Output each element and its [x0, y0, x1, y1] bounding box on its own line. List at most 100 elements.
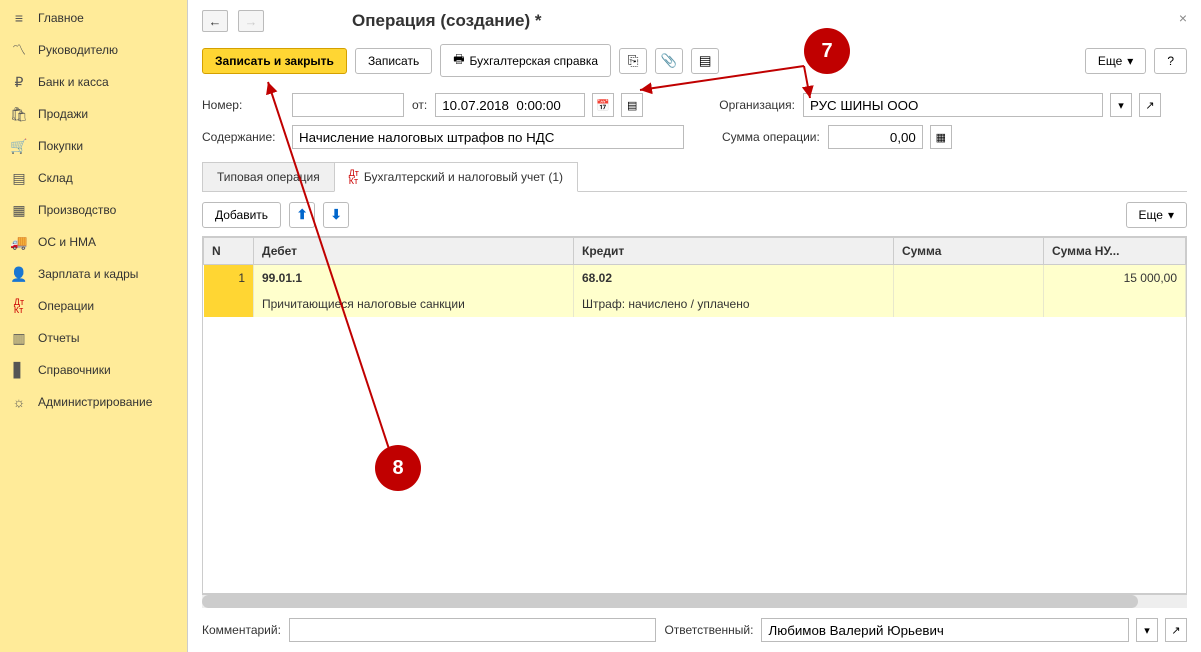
calc-button[interactable]: ▦ — [930, 125, 952, 149]
factory-icon: ▦ — [10, 201, 28, 219]
close-button[interactable]: × — [1179, 10, 1187, 26]
sidebar-item-label: Покупки — [38, 139, 83, 153]
cell-credit[interactable]: 68.02 — [574, 265, 894, 292]
cart-icon: 🛒 — [10, 137, 28, 155]
from-label: от: — [412, 98, 427, 112]
cell-empty[interactable] — [1044, 291, 1186, 317]
responsible-open-button[interactable]: ↗ — [1165, 618, 1187, 642]
sidebar-item-purchases[interactable]: 🛒 Покупки — [0, 130, 187, 162]
cell-debit[interactable]: 99.01.1 — [254, 265, 574, 292]
number-label: Номер: — [202, 98, 284, 112]
sidebar-item-label: Производство — [38, 203, 116, 217]
sidebar-item-salary[interactable]: 👤 Зарплата и кадры — [0, 258, 187, 290]
more-button[interactable]: Еще ▾ — [1085, 48, 1146, 74]
th-sum-nu[interactable]: Сумма НУ... — [1044, 238, 1186, 265]
responsible-input[interactable] — [761, 618, 1129, 642]
add-button[interactable]: Добавить — [202, 202, 281, 228]
annotation-8: 8 — [375, 445, 421, 491]
sidebar-item-reports[interactable]: ▥Отчеты — [0, 322, 187, 354]
tab-toolbar: Добавить ⬆ ⬇ Еще ▾ — [188, 192, 1201, 236]
tab-typical[interactable]: Типовая операция — [202, 162, 335, 192]
table-row[interactable]: 1 99.01.1 68.02 15 000,00 — [204, 265, 1186, 292]
tab-label: Бухгалтерский и налоговый учет (1) — [364, 170, 563, 184]
save-close-button[interactable]: Записать и закрыть — [202, 48, 347, 74]
org-open-button[interactable]: ↗ — [1139, 93, 1161, 117]
sidebar-item-admin[interactable]: ☼Администрирование — [0, 386, 187, 418]
org-dropdown-button[interactable]: ▾ — [1110, 93, 1132, 117]
sidebar-item-assets[interactable]: 🚚 ОС и НМА — [0, 226, 187, 258]
chevron-down-icon: ▾ — [1127, 54, 1133, 68]
tabs: Типовая операция ДтКтБухгалтерский и нал… — [202, 161, 1187, 192]
table-row-desc[interactable]: Причитающиеся налоговые санкции Штраф: н… — [204, 291, 1186, 317]
date-extra-button[interactable]: ▤ — [621, 93, 643, 117]
extra-button[interactable]: ▤ — [691, 48, 719, 74]
th-sum[interactable]: Сумма — [894, 238, 1044, 265]
page-title: Операция (создание) * — [352, 11, 541, 31]
accounting-ref-button[interactable]: 🖶Бухгалтерская справка — [440, 44, 611, 77]
cell-empty[interactable] — [894, 291, 1044, 317]
sidebar-item-stock[interactable]: ▤ Склад — [0, 162, 187, 194]
help-button[interactable]: ? — [1154, 48, 1187, 74]
sidebar-item-manager[interactable]: 〽Руководителю — [0, 34, 187, 66]
th-debit[interactable]: Дебет — [254, 238, 574, 265]
gear-icon: ☼ — [10, 393, 28, 411]
topbar: ← → Операция (создание) * — [188, 0, 1201, 38]
org-input[interactable] — [803, 93, 1103, 117]
footer: Комментарий: Ответственный: ▾ ↗ — [188, 608, 1201, 652]
nav-back-button[interactable]: ← — [202, 10, 228, 32]
calendar-button[interactable]: 📅 — [592, 93, 614, 117]
button-label: Еще — [1098, 54, 1122, 68]
sidebar-item-label: Руководителю — [38, 43, 118, 57]
save-button[interactable]: Записать — [355, 48, 432, 74]
annotation-7: 7 — [804, 28, 850, 74]
sidebar-item-main[interactable]: ≡Главное — [0, 2, 187, 34]
cell-n[interactable]: 1 — [204, 265, 254, 318]
cell-sum-nu[interactable]: 15 000,00 — [1044, 265, 1186, 292]
tab-more-button[interactable]: Еще ▾ — [1126, 202, 1187, 228]
move-up-button[interactable]: ⬆ — [289, 202, 315, 228]
sidebar-item-label: Зарплата и кадры — [38, 267, 138, 281]
horizontal-scrollbar[interactable] — [202, 594, 1187, 608]
th-credit[interactable]: Кредит — [574, 238, 894, 265]
scrollbar-thumb[interactable] — [202, 595, 1138, 608]
copy-button[interactable]: ⎘ — [619, 48, 647, 74]
person-icon: 👤 — [10, 265, 28, 283]
tab-accounting[interactable]: ДтКтБухгалтерский и налоговый учет (1) — [334, 162, 578, 192]
date-input[interactable] — [435, 93, 585, 117]
cell-sum[interactable] — [894, 265, 1044, 292]
sidebar: ≡Главное 〽Руководителю ₽ Банк и касса 🛍 Пр… — [0, 0, 188, 652]
responsible-dropdown-button[interactable]: ▾ — [1136, 618, 1158, 642]
sidebar-item-references[interactable]: ▋Справочники — [0, 354, 187, 386]
sidebar-item-sales[interactable]: 🛍 Продажи — [0, 98, 187, 130]
button-label: Бухгалтерская справка — [470, 54, 599, 68]
sidebar-item-bank[interactable]: ₽ Банк и касса — [0, 66, 187, 98]
sum-input[interactable] — [828, 125, 923, 149]
nav-forward-button[interactable]: → — [238, 10, 264, 32]
cell-credit-desc[interactable]: Штраф: начислено / уплачено — [574, 291, 894, 317]
content-input[interactable] — [292, 125, 684, 149]
tab-label: Типовая операция — [217, 170, 320, 184]
sidebar-item-label: Склад — [38, 171, 73, 185]
responsible-label: Ответственный: — [664, 623, 753, 637]
chevron-down-icon: ▾ — [1168, 208, 1174, 222]
sidebar-item-label: ОС и НМА — [38, 235, 96, 249]
cell-debit-desc[interactable]: Причитающиеся налоговые санкции — [254, 291, 574, 317]
move-down-button[interactable]: ⬇ — [323, 202, 349, 228]
stock-icon: ▤ — [10, 169, 28, 187]
form-row-content: Содержание: Сумма операции: ▦ — [188, 121, 1201, 153]
sidebar-item-label: Банк и касса — [38, 75, 109, 89]
sidebar-item-label: Главное — [38, 11, 84, 25]
attach-button[interactable]: 📎 — [655, 48, 683, 74]
th-n[interactable]: N — [204, 238, 254, 265]
comment-input[interactable] — [289, 618, 657, 642]
sidebar-item-label: Продажи — [38, 107, 88, 121]
sidebar-item-production[interactable]: ▦ Производство — [0, 194, 187, 226]
truck-icon: 🚚 — [10, 233, 28, 251]
number-input[interactable] — [292, 93, 404, 117]
sidebar-item-operations[interactable]: ДтКтОперации — [0, 290, 187, 322]
bars-icon: ▥ — [10, 329, 28, 347]
ruble-icon: ₽ — [10, 73, 28, 91]
bag-icon: 🛍 — [10, 105, 28, 123]
toolbar: Записать и закрыть Записать 🖶Бухгалтерск… — [188, 38, 1201, 89]
dtkt-icon: ДтКт — [10, 297, 28, 315]
